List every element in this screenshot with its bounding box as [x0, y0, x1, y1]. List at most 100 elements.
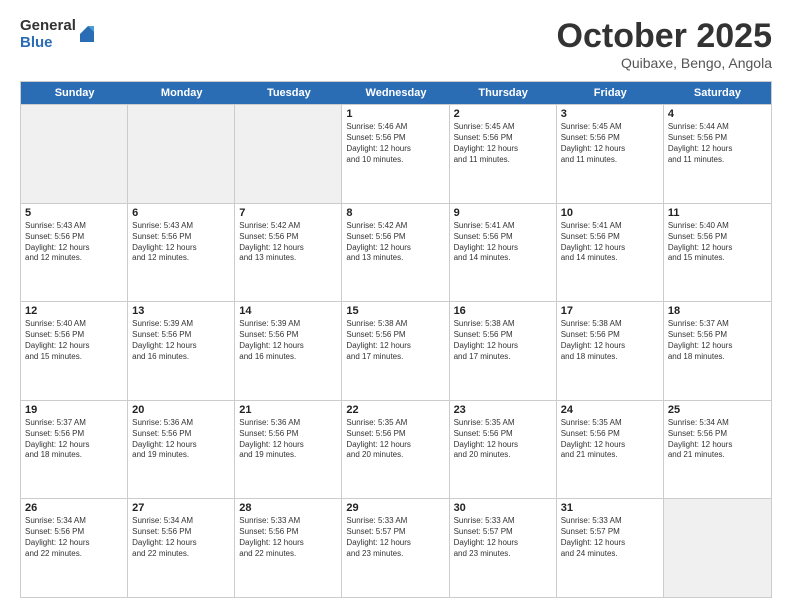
page: General Blue October 2025 Quibaxe, Bengo…: [0, 0, 792, 612]
cell-info: Sunrise: 5:46 AM Sunset: 5:56 PM Dayligh…: [346, 122, 444, 165]
calendar-cell: 28Sunrise: 5:33 AM Sunset: 5:56 PM Dayli…: [235, 499, 342, 597]
calendar-cell: 24 Sunrise: 5:35 AM Sunset: 5:56 PM Dayli…: [557, 401, 664, 499]
cell-info: Sunrise: 5:39 AM Sunset: 5:56 PM Dayligh…: [239, 319, 337, 362]
day-number: 18: [668, 305, 767, 317]
day-number: 26: [25, 502, 123, 514]
day-number: 17: [561, 305, 659, 317]
calendar-cell: 25 Sunrise: 5:34 AM Sunset: 5:56 PM Dayli…: [664, 401, 771, 499]
calendar-cell: 31Sunrise: 5:33 AM Sunset: 5:57 PM Dayli…: [557, 499, 664, 597]
calendar-cell: 12Sunrise: 5:40 AM Sunset: 5:56 PM Dayli…: [21, 302, 128, 400]
cell-info: Sunrise: 5:41 AM Sunset: 5:56 PM Dayligh…: [561, 221, 659, 264]
calendar-cell: 30 Sunrise: 5:33 AM Sunset: 5:57 PM Dayli…: [450, 499, 557, 597]
month-title: October 2025: [557, 18, 772, 55]
calendar-cell: [128, 105, 235, 203]
cell-info: Sunrise: 5:37 AM Sunset: 5:56 PM Dayligh…: [668, 319, 767, 362]
cell-info: Sunrise: 5:40 AM Sunset: 5:56 PM Dayligh…: [25, 319, 123, 362]
cell-info: Sunrise: 5:38 AM Sunset: 5:56 PM Dayligh…: [561, 319, 659, 362]
calendar-row: 26 Sunrise: 5:34 AM Sunset: 5:56 PM Dayli…: [21, 498, 771, 597]
cell-info: Sunrise: 5:43 AM Sunset: 5:56 PM Dayligh…: [25, 221, 123, 264]
calendar-cell: [664, 499, 771, 597]
day-number: 10: [561, 207, 659, 219]
day-number: 23: [454, 404, 552, 416]
calendar-cell: 8Sunrise: 5:42 AM Sunset: 5:56 PM Daylig…: [342, 204, 449, 302]
cell-info: Sunrise: 5:34 AM Sunset: 5:56 PM Dayligh…: [668, 418, 767, 461]
cell-info: Sunrise: 5:40 AM Sunset: 5:56 PM Dayligh…: [668, 221, 767, 264]
calendar-cell: 18 Sunrise: 5:37 AM Sunset: 5:56 PM Dayli…: [664, 302, 771, 400]
cell-info: Sunrise: 5:33 AM Sunset: 5:57 PM Dayligh…: [454, 516, 552, 559]
day-number: 16: [454, 305, 552, 317]
cell-info: Sunrise: 5:42 AM Sunset: 5:56 PM Dayligh…: [239, 221, 337, 264]
cell-info: Sunrise: 5:33 AM Sunset: 5:57 PM Dayligh…: [346, 516, 444, 559]
calendar-cell: 2 Sunrise: 5:45 AM Sunset: 5:56 PM Daylig…: [450, 105, 557, 203]
logo-text: General Blue: [20, 18, 76, 51]
weekday-label: Wednesday: [342, 82, 449, 104]
weekday-label: Friday: [557, 82, 664, 104]
logo-icon: [78, 22, 96, 44]
cell-info: Sunrise: 5:33 AM Sunset: 5:57 PM Dayligh…: [561, 516, 659, 559]
calendar-cell: 20Sunrise: 5:36 AM Sunset: 5:56 PM Dayli…: [128, 401, 235, 499]
cell-info: Sunrise: 5:44 AM Sunset: 5:56 PM Dayligh…: [668, 122, 767, 165]
calendar: SundayMondayTuesdayWednesdayThursdayFrid…: [20, 81, 772, 598]
calendar-cell: 15 Sunrise: 5:38 AM Sunset: 5:56 PM Dayli…: [342, 302, 449, 400]
calendar-cell: 11 Sunrise: 5:40 AM Sunset: 5:56 PM Dayli…: [664, 204, 771, 302]
day-number: 25: [668, 404, 767, 416]
calendar-row: 5Sunrise: 5:43 AM Sunset: 5:56 PM Daylig…: [21, 203, 771, 302]
cell-info: Sunrise: 5:45 AM Sunset: 5:56 PM Dayligh…: [454, 122, 552, 165]
cell-info: Sunrise: 5:45 AM Sunset: 5:56 PM Dayligh…: [561, 122, 659, 165]
title-block: October 2025 Quibaxe, Bengo, Angola: [557, 18, 772, 71]
cell-info: Sunrise: 5:38 AM Sunset: 5:56 PM Dayligh…: [454, 319, 552, 362]
day-number: 1: [346, 108, 444, 120]
day-number: 9: [454, 207, 552, 219]
cell-info: Sunrise: 5:38 AM Sunset: 5:56 PM Dayligh…: [346, 319, 444, 362]
calendar-cell: 22 Sunrise: 5:35 AM Sunset: 5:56 PM Dayli…: [342, 401, 449, 499]
calendar-cell: 27 Sunrise: 5:34 AM Sunset: 5:56 PM Dayli…: [128, 499, 235, 597]
day-number: 30: [454, 502, 552, 514]
day-number: 11: [668, 207, 767, 219]
cell-info: Sunrise: 5:42 AM Sunset: 5:56 PM Dayligh…: [346, 221, 444, 264]
cell-info: Sunrise: 5:36 AM Sunset: 5:56 PM Dayligh…: [239, 418, 337, 461]
calendar-cell: 4 Sunrise: 5:44 AM Sunset: 5:56 PM Daylig…: [664, 105, 771, 203]
day-number: 14: [239, 305, 337, 317]
calendar-cell: 5Sunrise: 5:43 AM Sunset: 5:56 PM Daylig…: [21, 204, 128, 302]
day-number: 27: [132, 502, 230, 514]
calendar-header: SundayMondayTuesdayWednesdayThursdayFrid…: [21, 82, 771, 104]
calendar-cell: 29Sunrise: 5:33 AM Sunset: 5:57 PM Dayli…: [342, 499, 449, 597]
day-number: 24: [561, 404, 659, 416]
calendar-cell: 26Sunrise: 5:34 AM Sunset: 5:56 PM Dayli…: [21, 499, 128, 597]
calendar-cell: 7Sunrise: 5:42 AM Sunset: 5:56 PM Daylig…: [235, 204, 342, 302]
day-number: 21: [239, 404, 337, 416]
calendar-cell: 19 Sunrise: 5:37 AM Sunset: 5:56 PM Dayli…: [21, 401, 128, 499]
logo: General Blue: [20, 18, 96, 51]
calendar-cell: 23 Sunrise: 5:35 AM Sunset: 5:56 PM Dayli…: [450, 401, 557, 499]
cell-info: Sunrise: 5:35 AM Sunset: 5:56 PM Dayligh…: [454, 418, 552, 461]
cell-info: Sunrise: 5:33 AM Sunset: 5:56 PM Dayligh…: [239, 516, 337, 559]
calendar-row: 1 Sunrise: 5:46 AM Sunset: 5:56 PM Daylig…: [21, 104, 771, 203]
calendar-cell: 17 Sunrise: 5:38 AM Sunset: 5:56 PM Dayli…: [557, 302, 664, 400]
header: General Blue October 2025 Quibaxe, Bengo…: [20, 18, 772, 71]
calendar-cell: 21 Sunrise: 5:36 AM Sunset: 5:56 PM Dayli…: [235, 401, 342, 499]
calendar-cell: 16 Sunrise: 5:38 AM Sunset: 5:56 PM Dayli…: [450, 302, 557, 400]
day-number: 13: [132, 305, 230, 317]
weekday-label: Sunday: [21, 82, 128, 104]
calendar-cell: [21, 105, 128, 203]
day-number: 22: [346, 404, 444, 416]
cell-info: Sunrise: 5:35 AM Sunset: 5:56 PM Dayligh…: [346, 418, 444, 461]
day-number: 19: [25, 404, 123, 416]
weekday-label: Saturday: [664, 82, 771, 104]
day-number: 3: [561, 108, 659, 120]
calendar-cell: 13Sunrise: 5:39 AM Sunset: 5:56 PM Dayli…: [128, 302, 235, 400]
weekday-label: Monday: [128, 82, 235, 104]
location: Quibaxe, Bengo, Angola: [557, 55, 772, 71]
calendar-cell: 3 Sunrise: 5:45 AM Sunset: 5:56 PM Daylig…: [557, 105, 664, 203]
day-number: 15: [346, 305, 444, 317]
logo-general: General: [20, 18, 76, 35]
calendar-cell: 6Sunrise: 5:43 AM Sunset: 5:56 PM Daylig…: [128, 204, 235, 302]
cell-info: Sunrise: 5:35 AM Sunset: 5:56 PM Dayligh…: [561, 418, 659, 461]
day-number: 4: [668, 108, 767, 120]
calendar-cell: [235, 105, 342, 203]
logo-blue: Blue: [20, 35, 76, 52]
cell-info: Sunrise: 5:37 AM Sunset: 5:56 PM Dayligh…: [25, 418, 123, 461]
day-number: 6: [132, 207, 230, 219]
day-number: 2: [454, 108, 552, 120]
cell-info: Sunrise: 5:34 AM Sunset: 5:56 PM Dayligh…: [132, 516, 230, 559]
